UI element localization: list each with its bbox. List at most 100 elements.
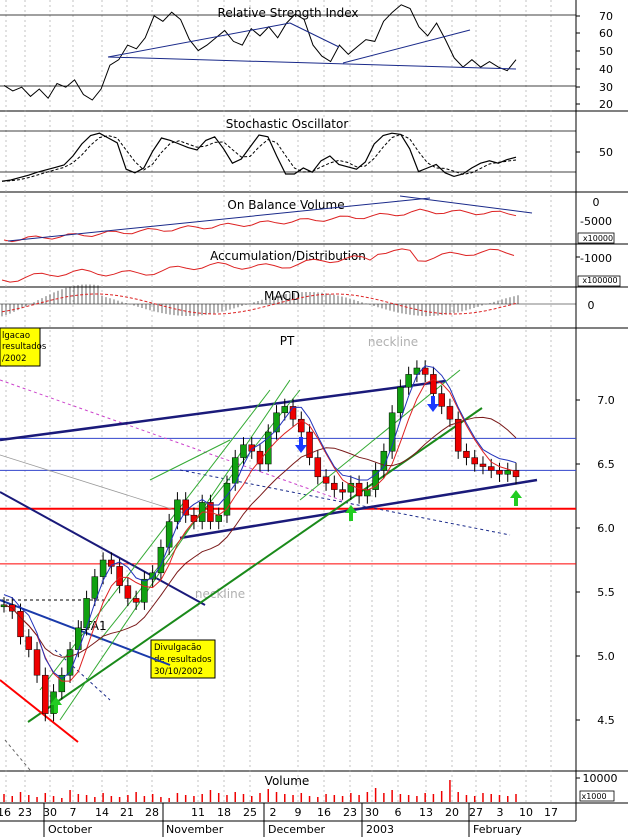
rsi-title: Relative Strength Index <box>218 6 359 20</box>
candle-body <box>240 444 247 458</box>
candle-body <box>42 674 49 714</box>
news-box-left: lgacao resultados /2002 <box>0 327 47 367</box>
candle-body <box>25 636 33 650</box>
rsi-trendline <box>289 22 340 48</box>
candle-body <box>322 476 330 484</box>
candle-body <box>405 374 412 388</box>
x-day-label: 18 <box>217 806 231 819</box>
candle-body <box>124 585 132 599</box>
candle-body <box>215 514 222 522</box>
x-day-label: 3 <box>497 806 504 819</box>
x-day-label: 11 <box>191 806 205 819</box>
candle-body <box>99 559 107 577</box>
news-left-line-0: lgacao <box>2 331 30 341</box>
obv-title: On Balance Volume <box>227 198 344 212</box>
stochastic-d-line <box>1 133 517 182</box>
x-day-label: 30 <box>365 806 379 819</box>
candle-body <box>174 499 181 522</box>
candle-body <box>339 489 346 493</box>
stochastic-tick-label: 50 <box>599 146 613 159</box>
x-day-label: 9 <box>295 806 302 819</box>
candle-body <box>438 393 445 407</box>
price-tick-label: 5.5 <box>597 586 615 599</box>
volume-panel: Volume 10000 x1000 <box>3 772 618 802</box>
x-day-label: 27 <box>469 806 483 819</box>
down-arrow-icon <box>427 396 439 412</box>
candle-body <box>91 576 99 599</box>
candle-body <box>83 598 90 629</box>
news-mid-line-1: de resultados <box>154 655 212 665</box>
price-tick-label: 4.5 <box>597 714 615 727</box>
up-arrow-icon <box>345 505 357 521</box>
green-fan-line <box>149 439 231 481</box>
x-axis: 16 23 30 7 14 21 28 11 18 25 2 9 16 23 30 6 13 20 27 3 10 17 O… <box>0 802 628 837</box>
x-month-label: December <box>268 823 326 836</box>
candle-body <box>496 470 503 475</box>
candle-body <box>479 463 487 467</box>
candle-body <box>331 482 338 490</box>
candle-body <box>289 406 297 420</box>
obv-trendline-down <box>399 195 533 214</box>
accumulation-tick-0: -1000 <box>580 252 612 265</box>
obv-trendline-up <box>7 197 431 242</box>
candle-body <box>33 649 41 676</box>
x-day-label: 16 <box>317 806 331 819</box>
accumulation-unit-label: x100000 <box>582 276 617 285</box>
price-tick-label: 6.5 <box>597 458 615 471</box>
accumulation-title: Accumulation/Distribution <box>210 249 366 263</box>
news-mid-line-0: Divulgacão <box>154 643 201 653</box>
x-day-label: 20 <box>445 806 459 819</box>
news-left-line-2: /2002 <box>2 354 27 364</box>
candle-body <box>397 386 404 414</box>
x-day-label: 28 <box>145 806 159 819</box>
x-day-label: 16 <box>0 806 11 819</box>
stochastic-title: Stochastic Oscillator <box>226 117 349 131</box>
rsi-trendline <box>107 22 291 58</box>
x-month-label: November <box>166 823 224 836</box>
dashed-grey-guide <box>4 739 31 771</box>
x-day-label: 10 <box>519 806 533 819</box>
rsi-tick-label: 20 <box>599 98 613 111</box>
volume-unit-label: x1000 <box>581 792 606 801</box>
news-left-line-1: resultados <box>2 342 47 352</box>
rsi-tick-label: 70 <box>599 10 613 23</box>
volume-tick-0: 10000 <box>583 772 618 785</box>
candle-body <box>132 598 140 603</box>
x-month-label: February <box>473 823 522 836</box>
x-month-label: 2003 <box>366 823 394 836</box>
x-day-label: 23 <box>343 806 357 819</box>
price-tick-label: 5.0 <box>597 650 615 663</box>
x-day-label: 30 <box>43 806 57 819</box>
candle-body <box>463 450 470 458</box>
rsi-tick-label: 50 <box>599 45 613 58</box>
candle-body <box>141 578 148 603</box>
candle-body <box>454 418 462 452</box>
macd-tick-0: 0 <box>588 299 595 312</box>
x-day-label: 17 <box>544 806 558 819</box>
obv-tick-1: -5000 <box>580 215 612 228</box>
rsi-panel: Relative Strength Index 70 60 50 40 30 20 <box>0 4 613 111</box>
candle-body <box>487 466 495 471</box>
price-tick-label: 7.0 <box>597 394 615 407</box>
obv-line <box>3 208 517 243</box>
upper-channel-line <box>0 379 447 442</box>
x-day-label: 13 <box>419 806 433 819</box>
news-box-mid: Divulgacão de resultados 30/10/2002 <box>150 639 216 679</box>
rsi-tick-label: 60 <box>599 27 613 40</box>
price-pt-label: PT <box>280 334 295 348</box>
news-mid-line-2: 30/10/2002 <box>154 667 203 677</box>
x-day-label: 21 <box>120 806 134 819</box>
up-arrow-icon <box>510 490 522 506</box>
chart-root: Relative Strength Index 70 60 50 40 30 20 Sto… <box>0 0 628 837</box>
candle-body <box>430 374 437 394</box>
candle-body <box>471 457 478 465</box>
accumulation-panel: Accumulation/Distribution -1000 x100000 <box>1 248 621 287</box>
x-day-label: 2 <box>270 806 277 819</box>
neckline-top-label: neckline <box>368 335 418 349</box>
candle-body <box>504 470 511 475</box>
candle-body <box>182 499 189 516</box>
rsi-tick-label: 30 <box>599 81 613 94</box>
obv-panel: On Balance Volume 0 -5000 x10000 <box>3 195 615 244</box>
obv-tick-0: 0 <box>593 196 600 209</box>
candle-body <box>446 406 454 420</box>
